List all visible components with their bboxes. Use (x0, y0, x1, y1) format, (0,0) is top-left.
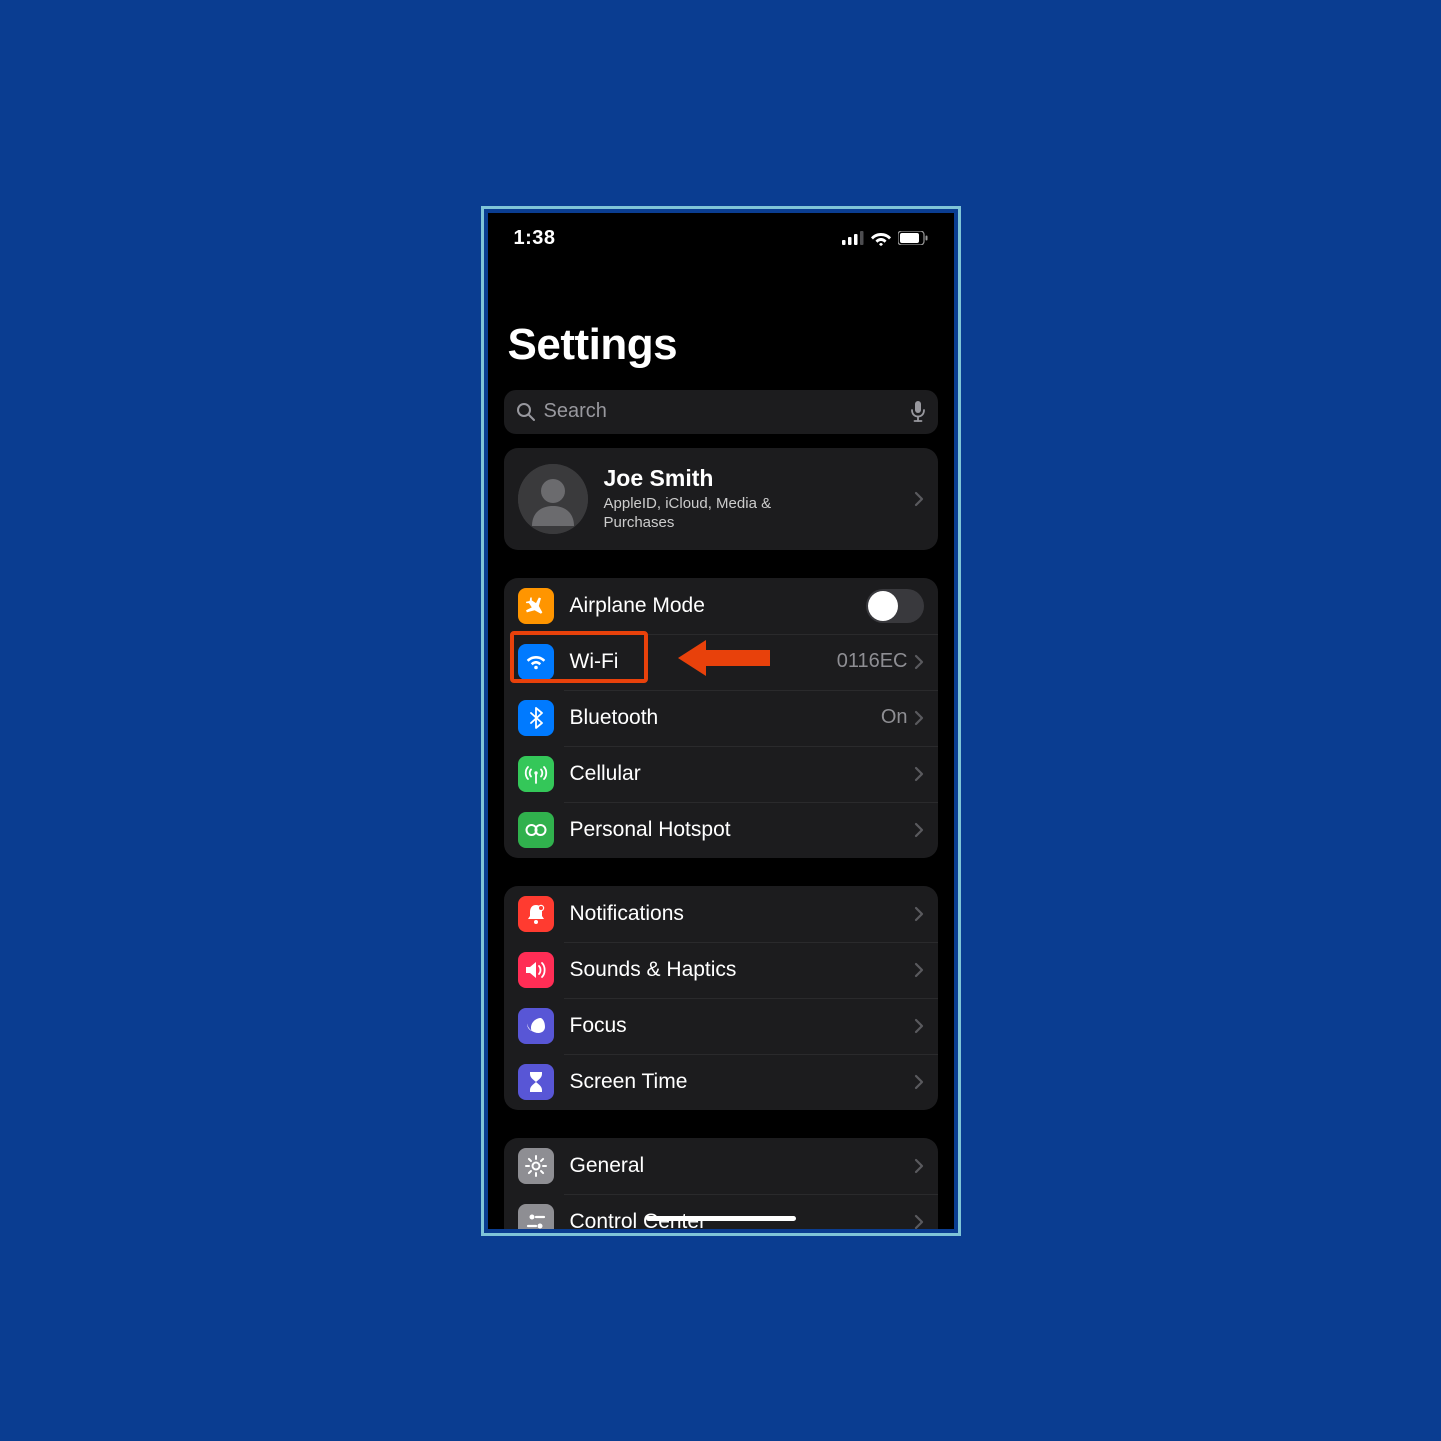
cellular-label: Cellular (570, 762, 914, 786)
cellular-signal-icon (842, 231, 864, 245)
chevron-right-icon (914, 710, 924, 726)
bluetooth-label: Bluetooth (570, 706, 881, 730)
wifi-icon (518, 644, 554, 680)
general-icon (518, 1148, 554, 1184)
cellular-row[interactable]: Cellular (504, 746, 938, 802)
notifications-icon (518, 896, 554, 932)
wifi-row[interactable]: Wi-Fi 0116EC (504, 634, 938, 690)
controlcenter-icon (518, 1204, 554, 1229)
search-placeholder: Search (544, 400, 902, 423)
tutorial-frame: 1:38 Settings Search Joe Smith AppleID, … (481, 206, 961, 1236)
chevron-right-icon (914, 822, 924, 838)
screentime-label: Screen Time (570, 1070, 914, 1094)
chevron-right-icon (914, 766, 924, 782)
sounds-label: Sounds & Haptics (570, 958, 914, 982)
general-row[interactable]: General (504, 1138, 938, 1194)
sounds-row[interactable]: Sounds & Haptics (504, 942, 938, 998)
wifi-value: 0116EC (837, 650, 908, 673)
status-bar: 1:38 (488, 213, 954, 260)
chevron-right-icon (914, 906, 924, 922)
focus-label: Focus (570, 1014, 914, 1038)
toggle-knob (868, 591, 898, 621)
page-title: Settings (488, 260, 954, 384)
chevron-right-icon (914, 1158, 924, 1174)
search-bar[interactable]: Search (504, 390, 938, 434)
avatar (518, 464, 588, 534)
status-icons (842, 231, 928, 246)
chevron-right-icon (914, 1214, 924, 1229)
profile-subtitle: AppleID, iCloud, Media & Purchases (604, 494, 794, 533)
status-time: 1:38 (514, 227, 556, 250)
airplane-label: Airplane Mode (570, 594, 866, 618)
hotspot-row[interactable]: Personal Hotspot (504, 802, 938, 858)
focus-row[interactable]: Focus (504, 998, 938, 1054)
mic-icon[interactable] (910, 401, 926, 423)
wifi-label: Wi-Fi (570, 650, 837, 674)
notifications-row[interactable]: Notifications (504, 886, 938, 942)
airplane-icon (518, 588, 554, 624)
chevron-right-icon (914, 654, 924, 670)
bluetooth-row[interactable]: Bluetooth On (504, 690, 938, 746)
general-label: General (570, 1154, 914, 1178)
connectivity-group: Airplane Mode Wi-Fi 0116EC Bluetooth On (504, 578, 938, 858)
chevron-right-icon (914, 962, 924, 978)
cellular-icon (518, 756, 554, 792)
battery-icon (898, 231, 928, 245)
screentime-row[interactable]: Screen Time (504, 1054, 938, 1110)
profile-text: Joe Smith AppleID, iCloud, Media & Purch… (604, 465, 914, 533)
wifi-status-icon (871, 231, 891, 246)
airplane-mode-row[interactable]: Airplane Mode (504, 578, 938, 634)
sounds-icon (518, 952, 554, 988)
profile-row[interactable]: Joe Smith AppleID, iCloud, Media & Purch… (504, 448, 938, 550)
home-indicator[interactable] (646, 1216, 796, 1221)
bluetooth-value: On (881, 706, 908, 729)
profile-group: Joe Smith AppleID, iCloud, Media & Purch… (504, 448, 938, 550)
chevron-right-icon (914, 1074, 924, 1090)
hotspot-label: Personal Hotspot (570, 818, 914, 842)
phone-screen: 1:38 Settings Search Joe Smith AppleID, … (488, 213, 954, 1229)
alerts-group: Notifications Sounds & Haptics Focus Scr… (504, 886, 938, 1110)
hotspot-icon (518, 812, 554, 848)
chevron-right-icon (914, 491, 924, 507)
chevron-right-icon (914, 1018, 924, 1034)
bluetooth-icon (518, 700, 554, 736)
focus-icon (518, 1008, 554, 1044)
airplane-toggle[interactable] (866, 589, 924, 623)
search-icon (516, 402, 536, 422)
screentime-icon (518, 1064, 554, 1100)
notifications-label: Notifications (570, 902, 914, 926)
controlcenter-row[interactable]: Control Center (504, 1194, 938, 1229)
profile-name: Joe Smith (604, 465, 914, 492)
